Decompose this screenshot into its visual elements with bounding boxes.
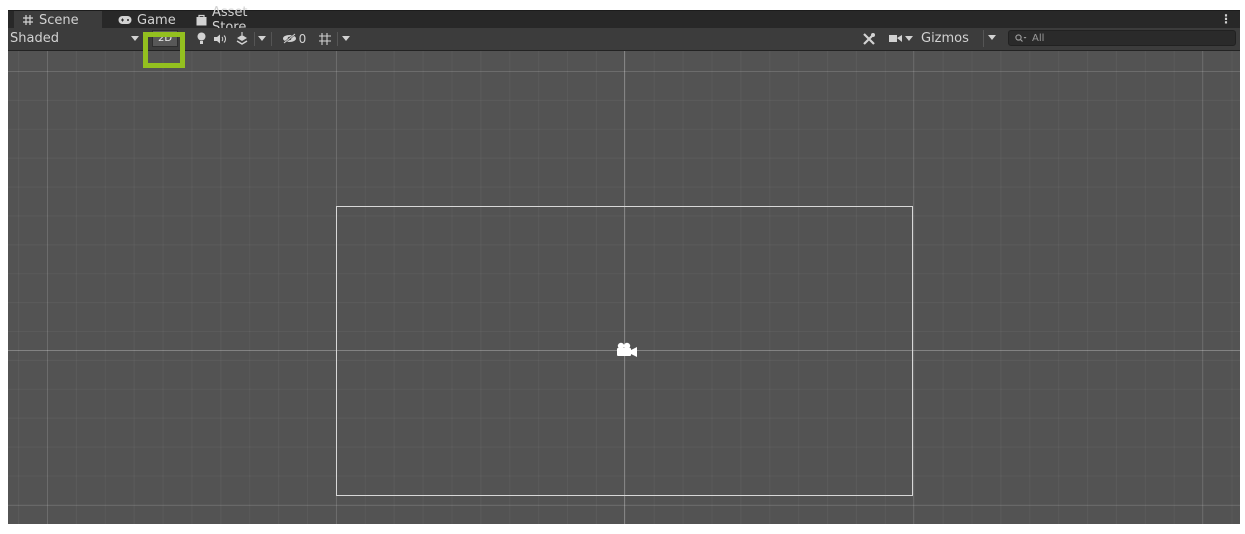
- tab-game[interactable]: Game: [110, 11, 190, 29]
- tools-icon[interactable]: [861, 30, 877, 47]
- grid-snap-icon[interactable]: [317, 30, 333, 47]
- tab-game-label: Game: [137, 12, 176, 28]
- scene-viewport[interactable]: [8, 51, 1240, 524]
- hidden-count: 0: [298, 31, 307, 46]
- draw-mode-arrow-icon[interactable]: [130, 30, 140, 47]
- search-placeholder: All: [1032, 32, 1045, 44]
- 2d-toggle-button[interactable]: 2D: [152, 30, 178, 47]
- tab-scene-label: Scene: [39, 12, 79, 28]
- toolbar-separator: [337, 32, 338, 46]
- scene-visibility-toggle[interactable]: 0: [275, 30, 313, 47]
- toolbar-separator: [271, 32, 272, 46]
- camera-dropdown-arrow-icon[interactable]: [904, 30, 914, 47]
- camera-settings-icon[interactable]: [888, 30, 902, 47]
- scene-window: Scene Game Asset Store ⋮ Shaded 2D: [8, 5, 1240, 524]
- search-icon: [1015, 33, 1027, 43]
- toolbar-separator: [147, 32, 148, 46]
- grid-line: [1202, 51, 1203, 524]
- 2d-label: 2D: [157, 33, 173, 44]
- gamepad-icon: [118, 15, 132, 25]
- tab-bar: Scene Game Asset Store ⋮: [8, 5, 1240, 35]
- gizmos-button[interactable]: Gizmos: [921, 30, 1003, 47]
- tab-scene[interactable]: Scene: [14, 11, 102, 29]
- hidden-eye-icon: [282, 33, 297, 44]
- audio-icon[interactable]: [212, 30, 228, 47]
- grid-dropdown-arrow-icon[interactable]: [341, 30, 351, 47]
- effects-dropdown-arrow-icon[interactable]: [257, 30, 267, 47]
- toolbar-separator: [254, 32, 255, 46]
- shopping-bag-icon: [196, 14, 207, 26]
- toolbar-separator: [983, 30, 984, 47]
- effects-icon[interactable]: [234, 30, 250, 47]
- camera-gizmo-icon[interactable]: [613, 341, 639, 363]
- draw-mode-dropdown[interactable]: Shaded: [10, 31, 59, 46]
- draw-mode-label: Shaded: [10, 31, 59, 46]
- grid-icon: [22, 14, 34, 26]
- grid-line: [913, 51, 914, 524]
- tab-asset-store[interactable]: Asset Store: [188, 5, 288, 35]
- scene-toolbar: Shaded 2D 0 Gizmos All: [8, 28, 1240, 51]
- gizmos-label: Gizmos: [921, 31, 969, 46]
- more-options-icon[interactable]: ⋮: [1220, 13, 1232, 25]
- grid-line: [47, 51, 48, 524]
- lighting-icon[interactable]: [194, 30, 208, 47]
- gizmos-dropdown-arrow-icon[interactable]: [988, 35, 996, 41]
- search-input[interactable]: All: [1008, 30, 1236, 46]
